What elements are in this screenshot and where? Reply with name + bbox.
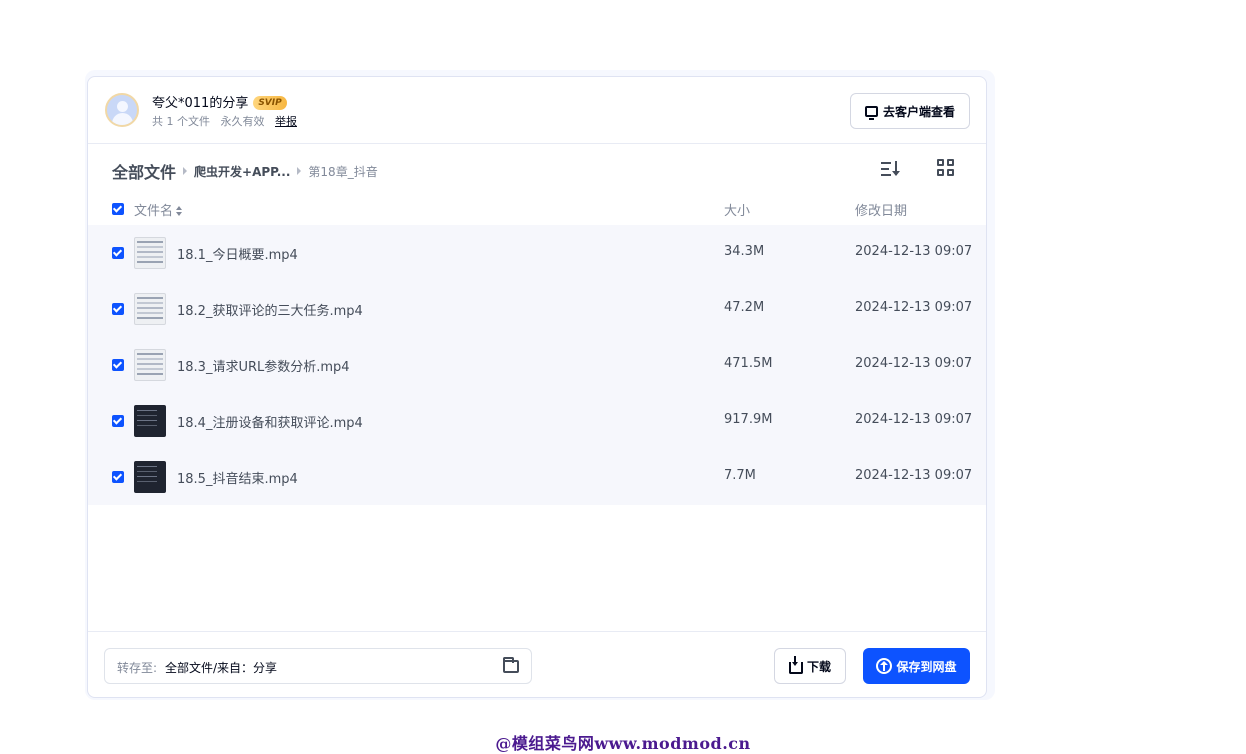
- select-all-checkbox[interactable]: [112, 203, 124, 215]
- sharer-title: 夸父*011的分享 SVIP: [152, 92, 287, 111]
- file-size: 471.5M: [724, 356, 773, 371]
- monitor-icon: [864, 105, 878, 120]
- download-button[interactable]: 下载: [774, 648, 846, 684]
- file-name[interactable]: 18.3_请求URL参数分析.mp4: [177, 356, 350, 375]
- video-thumbnail: [134, 237, 166, 269]
- file-name[interactable]: 18.5_抖音结束.mp4: [177, 468, 298, 487]
- grid-view-icon[interactable]: [937, 159, 955, 177]
- open-client-button[interactable]: 去客户端查看: [850, 93, 970, 129]
- table-row[interactable]: 18.4_注册设备和获取评论.mp4 917.9M 2024-12-13 09:…: [88, 393, 986, 449]
- table-row[interactable]: 18.5_抖音结束.mp4 7.7M 2024-12-13 09:07: [88, 449, 986, 505]
- row-checkbox[interactable]: [112, 359, 124, 371]
- destination-value: 全部文件/来自：分享: [165, 661, 278, 675]
- table-row[interactable]: 18.2_获取评论的三大任务.mp4 47.2M 2024-12-13 09:0…: [88, 281, 986, 337]
- file-date: 2024-12-13 09:07: [855, 468, 973, 483]
- file-date: 2024-12-13 09:07: [855, 244, 973, 259]
- download-label: 下载: [806, 659, 831, 674]
- breadcrumb-separator-icon: [183, 167, 188, 175]
- video-thumbnail: [134, 349, 166, 381]
- table-row[interactable]: 18.1_今日概要.mp4 34.3M 2024-12-13 09:07: [88, 225, 986, 281]
- video-thumbnail: [134, 293, 166, 325]
- breadcrumb-current: 第18章_抖音: [308, 164, 378, 179]
- file-date: 2024-12-13 09:07: [855, 300, 973, 315]
- cloud-upload-icon: [876, 658, 893, 674]
- share-header: 夸父*011的分享 SVIP 共 1 个文件 永久有效 举报 去客户端查看: [88, 77, 986, 144]
- open-client-label: 去客户端查看: [882, 104, 955, 119]
- file-size: 47.2M: [724, 300, 765, 315]
- file-size: 34.3M: [724, 244, 765, 259]
- file-name[interactable]: 18.2_获取评论的三大任务.mp4: [177, 300, 363, 319]
- svip-badge: SVIP: [253, 96, 287, 110]
- sort-caret-icon: [176, 206, 183, 216]
- breadcrumb-root[interactable]: 全部文件: [112, 159, 176, 183]
- sort-icon[interactable]: [880, 159, 902, 179]
- validity: 永久有效: [220, 115, 265, 128]
- save-to-drive-button[interactable]: 保存到网盘: [863, 648, 970, 684]
- action-footer: 转存至: 全部文件/来自：分享 下载 保存到网盘: [88, 631, 986, 697]
- site-watermark: @模组菜鸟网www.modmod.cn: [495, 734, 751, 753]
- file-table-header: 文件名 大小 修改日期: [88, 195, 986, 223]
- file-name[interactable]: 18.4_注册设备和获取评论.mp4: [177, 412, 363, 431]
- file-date: 2024-12-13 09:07: [855, 412, 973, 427]
- table-row[interactable]: 18.3_请求URL参数分析.mp4 471.5M 2024-12-13 09:…: [88, 337, 986, 393]
- file-date: 2024-12-13 09:07: [855, 356, 973, 371]
- share-meta: 共 1 个文件 永久有效 举报: [152, 113, 304, 129]
- video-thumbnail: [134, 405, 166, 437]
- row-checkbox[interactable]: [112, 303, 124, 315]
- video-thumbnail: [134, 461, 166, 493]
- report-link[interactable]: 举报: [275, 115, 297, 128]
- row-checkbox[interactable]: [112, 471, 124, 483]
- save-label: 保存到网盘: [896, 659, 957, 674]
- file-size: 7.7M: [724, 468, 756, 483]
- column-name[interactable]: 文件名: [134, 200, 183, 219]
- avatar: [105, 93, 139, 127]
- row-checkbox[interactable]: [112, 415, 124, 427]
- avatar-body-shape: [112, 113, 133, 125]
- file-size: 917.9M: [724, 412, 773, 427]
- sharer-name: 夸父*011的分享: [152, 96, 249, 111]
- row-checkbox[interactable]: [112, 247, 124, 259]
- file-list: 18.1_今日概要.mp4 34.3M 2024-12-13 09:07 18.…: [88, 225, 986, 505]
- save-destination-field[interactable]: 转存至: 全部文件/来自：分享: [104, 648, 532, 684]
- download-icon: [788, 656, 803, 674]
- column-date: 修改日期: [855, 204, 908, 219]
- file-count: 共 1 个文件: [152, 115, 210, 128]
- avatar-head-shape: [117, 101, 128, 112]
- file-name[interactable]: 18.1_今日概要.mp4: [177, 244, 298, 263]
- breadcrumb: 全部文件 爬虫开发+APP... 第18章_抖音: [112, 159, 378, 183]
- destination-label: 转存至:: [117, 661, 158, 675]
- folder-icon[interactable]: [503, 657, 519, 673]
- breadcrumb-separator-icon: [297, 167, 302, 175]
- share-card: 夸父*011的分享 SVIP 共 1 个文件 永久有效 举报 去客户端查看 全部文…: [87, 76, 987, 698]
- breadcrumb-level1[interactable]: 爬虫开发+APP...: [194, 163, 290, 180]
- column-size: 大小: [724, 204, 751, 219]
